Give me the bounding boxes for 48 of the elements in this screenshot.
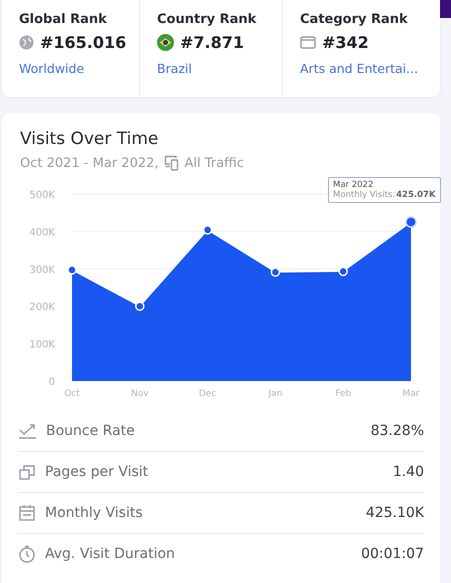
devices-icon <box>164 155 180 171</box>
rank-link[interactable]: Brazil <box>157 61 192 76</box>
rank-value: #342 <box>322 33 369 52</box>
data-point <box>270 267 280 277</box>
rank-value: #7.871 <box>180 33 244 52</box>
header-strip <box>440 0 451 18</box>
timer-icon <box>18 545 36 563</box>
tooltip-title: Mar 2022 <box>333 180 374 190</box>
copy-icon <box>18 463 36 481</box>
rank-value: #165.016 <box>40 33 126 52</box>
data-point <box>202 225 212 235</box>
folder-icon <box>300 36 316 49</box>
metric-label: Avg. Visit Duration <box>45 546 176 562</box>
card-title: Visits Over Time <box>20 129 160 149</box>
tooltip-value: 425.07K <box>396 190 436 200</box>
axis-label: Mar <box>402 389 420 399</box>
axis-label: 500K <box>29 190 55 201</box>
metric-value: 00:01:07 <box>361 546 424 562</box>
metric-value: 425.10K <box>366 505 424 521</box>
metric-value: 83.28% <box>370 423 424 439</box>
axis-label: Jan <box>268 389 282 399</box>
metric-value: 1.40 <box>392 464 424 480</box>
traffic-label: All Traffic <box>184 156 244 170</box>
date-range: Oct 2021 - Mar 2022, <box>20 156 159 170</box>
rank-link[interactable]: Arts and Entertai... <box>300 61 418 76</box>
rank-link[interactable]: Worldwide <box>19 61 84 76</box>
axis-label: 200K <box>29 302 55 314</box>
metric-label: Monthly Visits <box>45 505 144 521</box>
calendar-icon <box>18 504 36 522</box>
rank-title: Category Rank <box>300 12 409 27</box>
metric-label: Bounce Rate <box>46 423 136 439</box>
data-point <box>405 216 417 228</box>
axis-label: Oct <box>64 389 80 399</box>
trend-icon <box>18 423 37 439</box>
flag-icon <box>157 34 174 51</box>
axis-label: Feb <box>335 389 352 399</box>
axis-label: Dec <box>198 389 216 399</box>
rank-title: Global Rank <box>19 12 108 27</box>
data-point <box>338 266 348 276</box>
axis-label: 100K <box>29 340 55 351</box>
axis-label: 400K <box>29 227 55 238</box>
metric-label: Pages per Visit <box>45 464 150 480</box>
globe-icon <box>19 35 34 50</box>
axis-label: 300K <box>29 264 55 276</box>
rank-title: Country Rank <box>157 12 258 27</box>
axis-label: Nov <box>131 389 149 399</box>
tooltip-label: Monthly Visits: <box>333 190 396 200</box>
axis-label: 0 <box>48 377 55 388</box>
